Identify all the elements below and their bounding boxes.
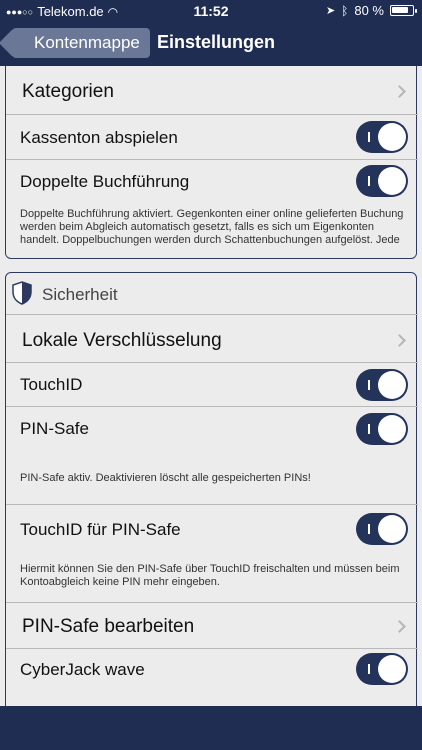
doppelte-label: Doppelte Buchführung xyxy=(20,172,190,191)
row-doppelte: Doppelte Buchführung Doppelte Buchführun… xyxy=(6,160,418,260)
chevron-right-icon xyxy=(393,334,406,347)
status-bar: ●●●○○ Telekom.de ◠ 11:52 ➤ ᛒ 80 % xyxy=(0,0,422,22)
row-lokale[interactable]: Lokale Verschlüsselung xyxy=(6,315,418,363)
touchid-pin-note: Hiermit können Sie den PIN-Safe über Tou… xyxy=(20,563,400,588)
security-card: Sicherheit Lokale Verschlüsselung TouchI… xyxy=(5,272,418,706)
touchid-pin-label: TouchID für PIN-Safe xyxy=(20,520,181,539)
pinsafe-toggle[interactable] xyxy=(356,413,408,445)
row-kassenton: Kassenton abspielen xyxy=(6,115,418,160)
security-title: Sicherheit xyxy=(42,285,118,304)
back-button-label: Kontenmappe xyxy=(34,33,140,52)
security-header: Sicherheit xyxy=(6,273,418,315)
general-card: Kategorien Kassenton abspielen Doppelte … xyxy=(5,66,418,260)
shield-icon xyxy=(12,281,32,305)
row-touchid-pin: TouchID für PIN-Safe Hiermit können Sie … xyxy=(6,505,418,603)
row-pinsafe: PIN-Safe PIN-Safe aktiv. Deaktivieren lö… xyxy=(6,407,418,505)
kassenton-label: Kassenton abspielen xyxy=(20,128,178,147)
kategorien-label: Kategorien xyxy=(22,81,114,102)
battery-icon xyxy=(390,5,417,16)
doppelte-note: Doppelte Buchführung aktiviert. Gegenkon… xyxy=(20,208,404,246)
bluetooth-icon: ᛒ xyxy=(341,3,349,18)
pinsafe-note: PIN-Safe aktiv. Deaktivieren löscht alle… xyxy=(20,472,311,484)
status-right: ➤ ᛒ 80 % xyxy=(325,3,417,18)
touchid-pin-toggle[interactable] xyxy=(356,513,408,545)
row-kategorien[interactable]: Kategorien xyxy=(6,67,418,115)
lokale-label: Lokale Verschlüsselung xyxy=(22,330,222,351)
pin-edit-label: PIN-Safe bearbeiten xyxy=(22,616,195,637)
row-touchid: TouchID xyxy=(6,363,418,407)
touchid-label: TouchID xyxy=(20,375,83,394)
row-cyberjack: CyberJack wave xyxy=(6,649,418,706)
navigation-bar: Kontenmappe Einstellungen xyxy=(0,22,422,66)
touchid-toggle[interactable] xyxy=(356,369,408,401)
battery-percent: 80 % xyxy=(354,3,384,18)
chevron-right-icon xyxy=(393,85,406,98)
kassenton-toggle[interactable] xyxy=(356,121,408,153)
pinsafe-label: PIN-Safe xyxy=(20,419,89,438)
location-icon: ➤ xyxy=(325,5,336,17)
chevron-right-icon xyxy=(393,620,406,633)
settings-content[interactable]: Kategorien Kassenton abspielen Doppelte … xyxy=(0,66,422,706)
bottom-bar xyxy=(0,706,422,750)
cyberjack-label: CyberJack wave xyxy=(20,660,145,679)
back-button[interactable]: Kontenmappe xyxy=(12,28,150,58)
doppelte-toggle[interactable] xyxy=(356,165,408,197)
page-title: Einstellungen xyxy=(157,32,276,52)
cyberjack-toggle[interactable] xyxy=(356,653,408,685)
row-pin-edit[interactable]: PIN-Safe bearbeiten xyxy=(6,603,418,649)
